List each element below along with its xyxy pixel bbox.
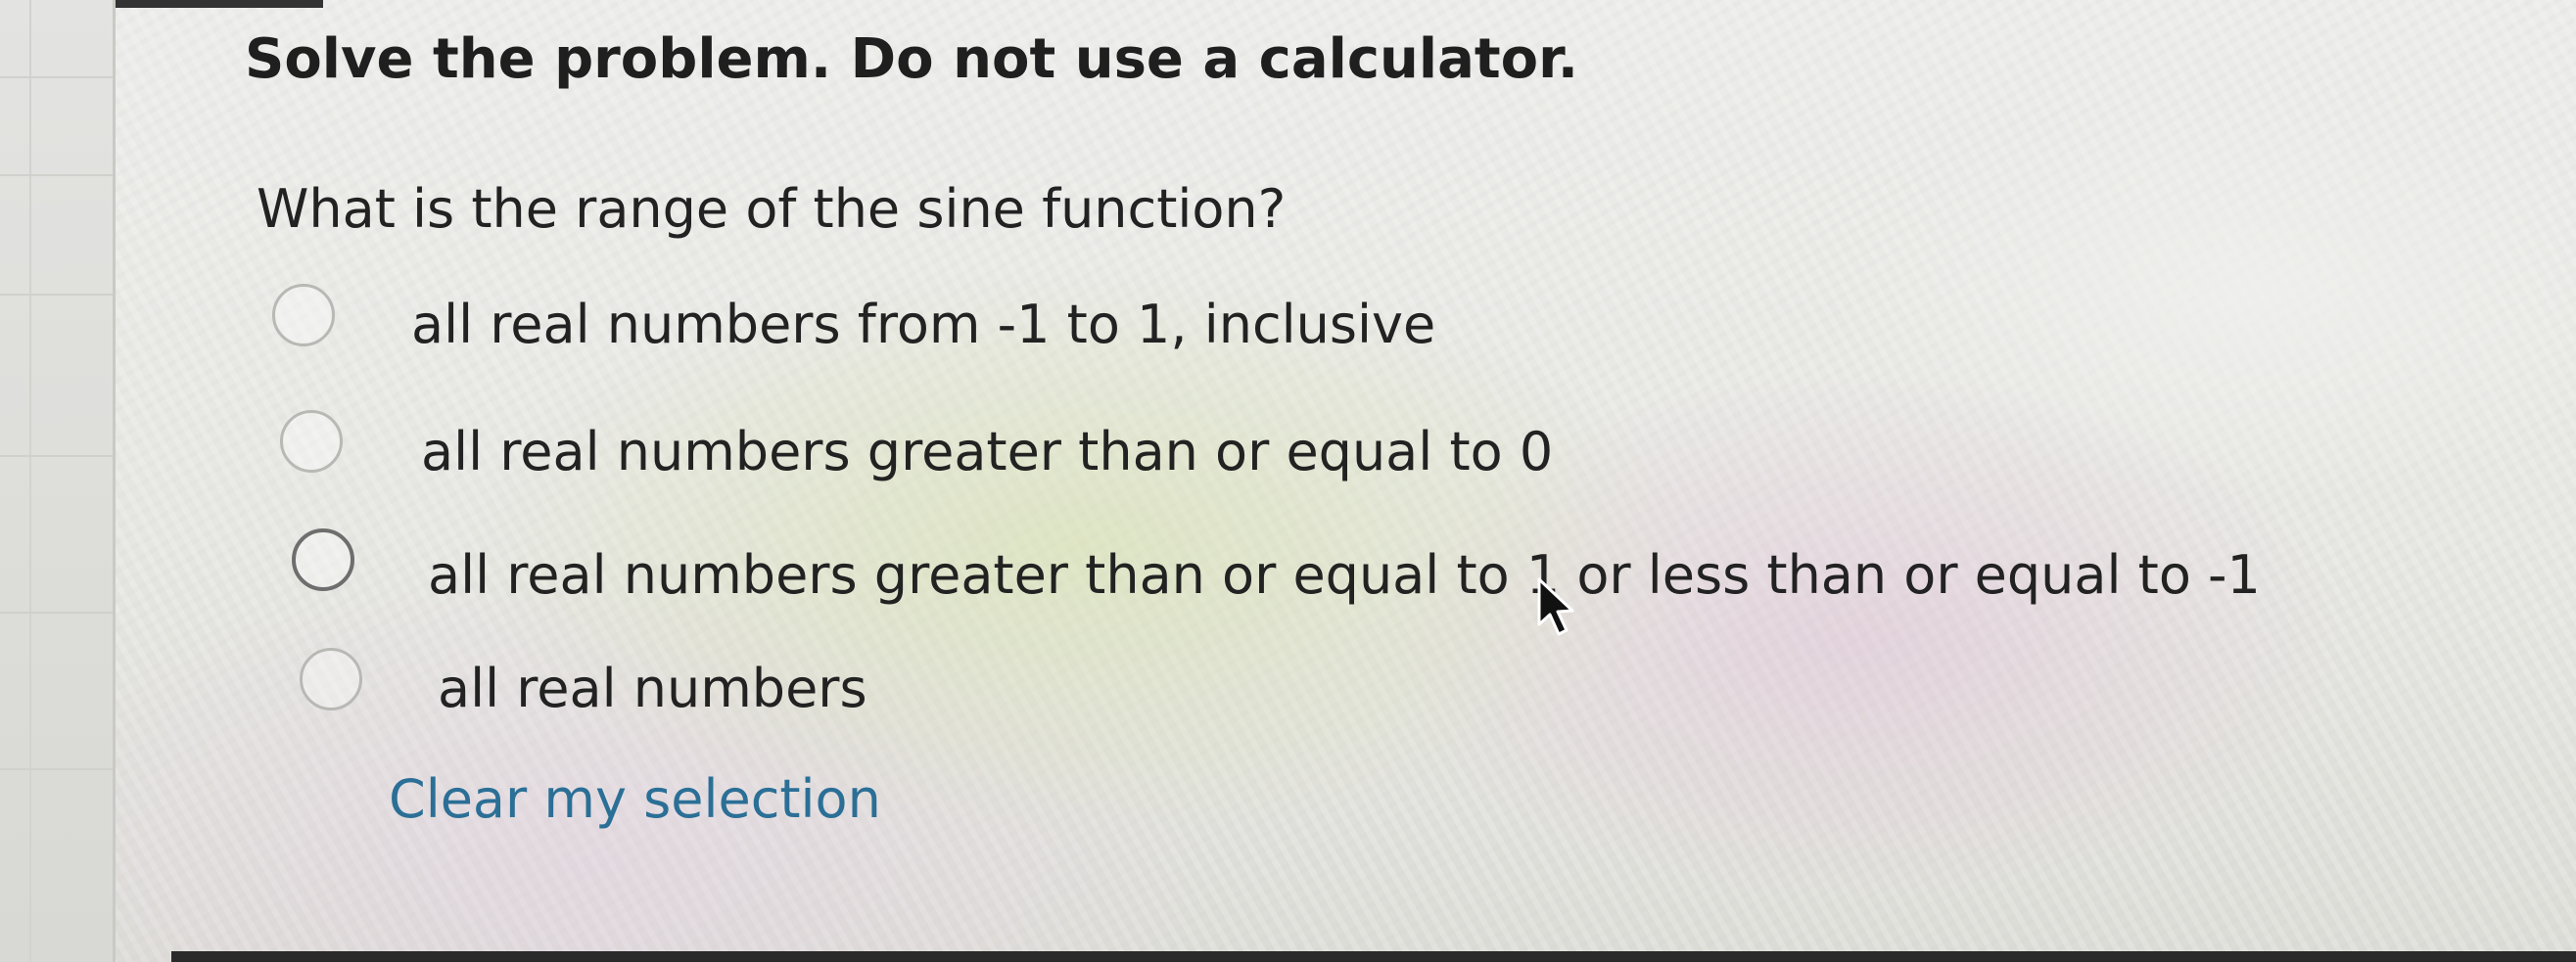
answer-option-label[interactable]: all real numbers greater than or equal t… bbox=[421, 421, 1553, 482]
question-text: What is the range of the sine function? bbox=[257, 178, 1287, 240]
sidebar-row-divider bbox=[0, 294, 113, 296]
answer-option-label[interactable]: all real numbers greater than or equal t… bbox=[428, 544, 2261, 606]
radio-button-icon[interactable] bbox=[292, 528, 354, 591]
sidebar-row-divider bbox=[0, 455, 113, 457]
instruction-heading: Solve the problem. Do not use a calculat… bbox=[245, 27, 1579, 91]
radio-button-icon[interactable] bbox=[280, 410, 343, 473]
bottom-edge-bar bbox=[171, 951, 2576, 962]
radio-button-icon[interactable] bbox=[300, 648, 362, 710]
sidebar-row-divider bbox=[0, 76, 113, 78]
mouse-pointer-icon bbox=[1537, 577, 1574, 636]
answer-option-label[interactable]: all real numbers bbox=[438, 658, 867, 719]
top-edge-bar bbox=[88, 0, 323, 8]
sidebar-row-divider bbox=[0, 174, 113, 176]
radio-button-icon[interactable] bbox=[272, 284, 335, 346]
left-sidebar bbox=[0, 0, 116, 962]
clear-selection-link[interactable]: Clear my selection bbox=[389, 768, 881, 830]
sidebar-row-divider bbox=[0, 612, 113, 614]
sidebar-row-divider bbox=[0, 768, 113, 770]
answer-option-label[interactable]: all real numbers from -1 to 1, inclusive bbox=[411, 294, 1435, 355]
sidebar-divider bbox=[29, 0, 31, 962]
